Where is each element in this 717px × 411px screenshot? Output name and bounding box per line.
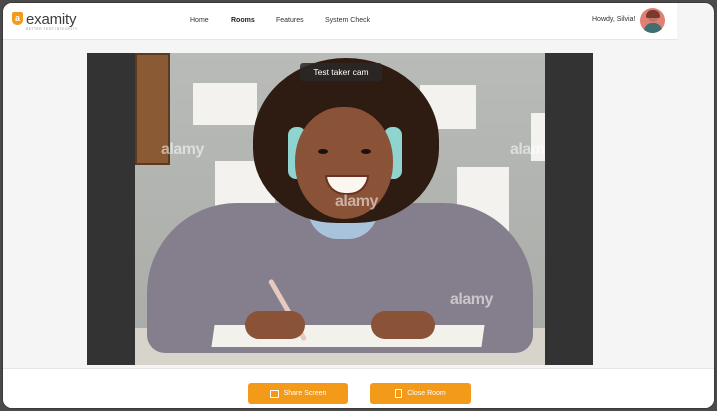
examity-logo[interactable]: a examity BETTER TEST INTEGRITY (12, 12, 78, 32)
door-exit-icon (395, 389, 403, 398)
watermark: alamy (510, 141, 545, 158)
test-taker-video-panel: alamy alamy alamy alamy Test taker cam (87, 53, 593, 365)
nav-features[interactable]: Features (276, 17, 304, 24)
logo-badge-icon: a (12, 12, 23, 25)
action-bar: Share Screen Close Room (3, 368, 714, 408)
share-screen-label: Share Screen (283, 390, 327, 397)
user-avatar-icon[interactable] (640, 8, 665, 33)
close-room-label: Close Room (407, 390, 446, 397)
nav-rooms[interactable]: Rooms (231, 17, 255, 24)
cam-label: Test taker cam (300, 63, 382, 81)
logo-wordmark: examity (26, 11, 77, 28)
watermark: alamy (161, 141, 204, 158)
close-room-button[interactable]: Close Room (370, 383, 471, 404)
nav-system-check[interactable]: System Check (325, 17, 370, 24)
top-navbar: a examity BETTER TEST INTEGRITY Home Roo… (3, 3, 677, 40)
user-greeting: Howdy, Silvia! (592, 16, 636, 23)
logo-tagline: BETTER TEST INTEGRITY (26, 27, 78, 31)
nav-home[interactable]: Home (190, 17, 209, 24)
webcam-feed: alamy alamy alamy alamy (135, 53, 545, 365)
app-window: a examity BETTER TEST INTEGRITY Home Roo… (2, 2, 715, 409)
watermark: alamy (335, 193, 378, 210)
share-screen-button[interactable]: Share Screen (248, 383, 348, 404)
screen-share-icon (269, 389, 279, 398)
watermark: alamy (450, 291, 493, 308)
